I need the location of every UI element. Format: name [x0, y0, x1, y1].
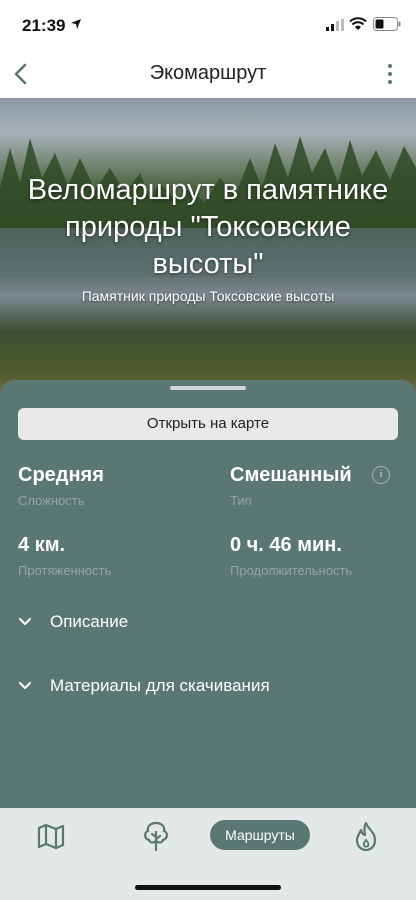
description-label: Описание [50, 612, 129, 631]
map-icon[interactable] [36, 820, 66, 852]
status-bar: 21:39 [0, 0, 416, 50]
type-value: Смешанный [230, 464, 352, 486]
downloads-expander[interactable]: Материалы для скачивания [18, 671, 398, 701]
fire-icon[interactable] [352, 820, 380, 852]
status-time: 21:39 [22, 16, 66, 35]
battery-icon [373, 17, 401, 31]
hero-image: Веломаршрут в памятнике природы "Токсовс… [0, 98, 416, 398]
chevron-down-icon [19, 618, 31, 625]
nav-bar: Экомаршрут [0, 50, 416, 98]
duration-value: 0 ч. 46 мин. [230, 534, 342, 556]
open-on-map-button[interactable]: Открыть на карте [18, 408, 398, 440]
downloads-label: Материалы для скачивания [50, 676, 270, 695]
wifi-icon [349, 17, 367, 30]
chevron-down-icon [19, 682, 31, 689]
page-title: Экомаршрут [149, 62, 267, 84]
duration-info: 0 ч. 46 мин. Продолжительность [230, 534, 352, 578]
tab-routes[interactable]: Маршруты [210, 820, 310, 850]
route-subtitle: Памятник природы Токсовские высоты [81, 288, 335, 304]
type-info: Смешанный Тип [230, 464, 352, 508]
more-vertical-icon[interactable] [386, 62, 394, 86]
difficulty-label: Сложность [18, 493, 85, 508]
cellular-signal-icon [326, 19, 344, 31]
difficulty-info: Средняя Сложность [18, 464, 104, 508]
duration-label: Продолжительность [230, 563, 353, 578]
difficulty-value: Средняя [18, 464, 104, 486]
route-details-sheet: Открыть на карте [0, 380, 416, 808]
info-icon[interactable]: i [372, 466, 390, 484]
sheet-grabber[interactable] [170, 386, 246, 390]
length-label: Протяженность [18, 563, 112, 578]
location-arrow-icon [71, 19, 81, 29]
tree-icon[interactable] [140, 820, 172, 852]
route-title: Веломаршрут в памятнике природы "Токсовс… [27, 174, 389, 280]
length-value: 4 км. [18, 534, 66, 556]
description-expander[interactable]: Описание [18, 607, 398, 637]
home-indicator [135, 885, 281, 890]
length-info: 4 км. Протяженность [18, 534, 111, 578]
type-label: Тип [230, 493, 252, 508]
